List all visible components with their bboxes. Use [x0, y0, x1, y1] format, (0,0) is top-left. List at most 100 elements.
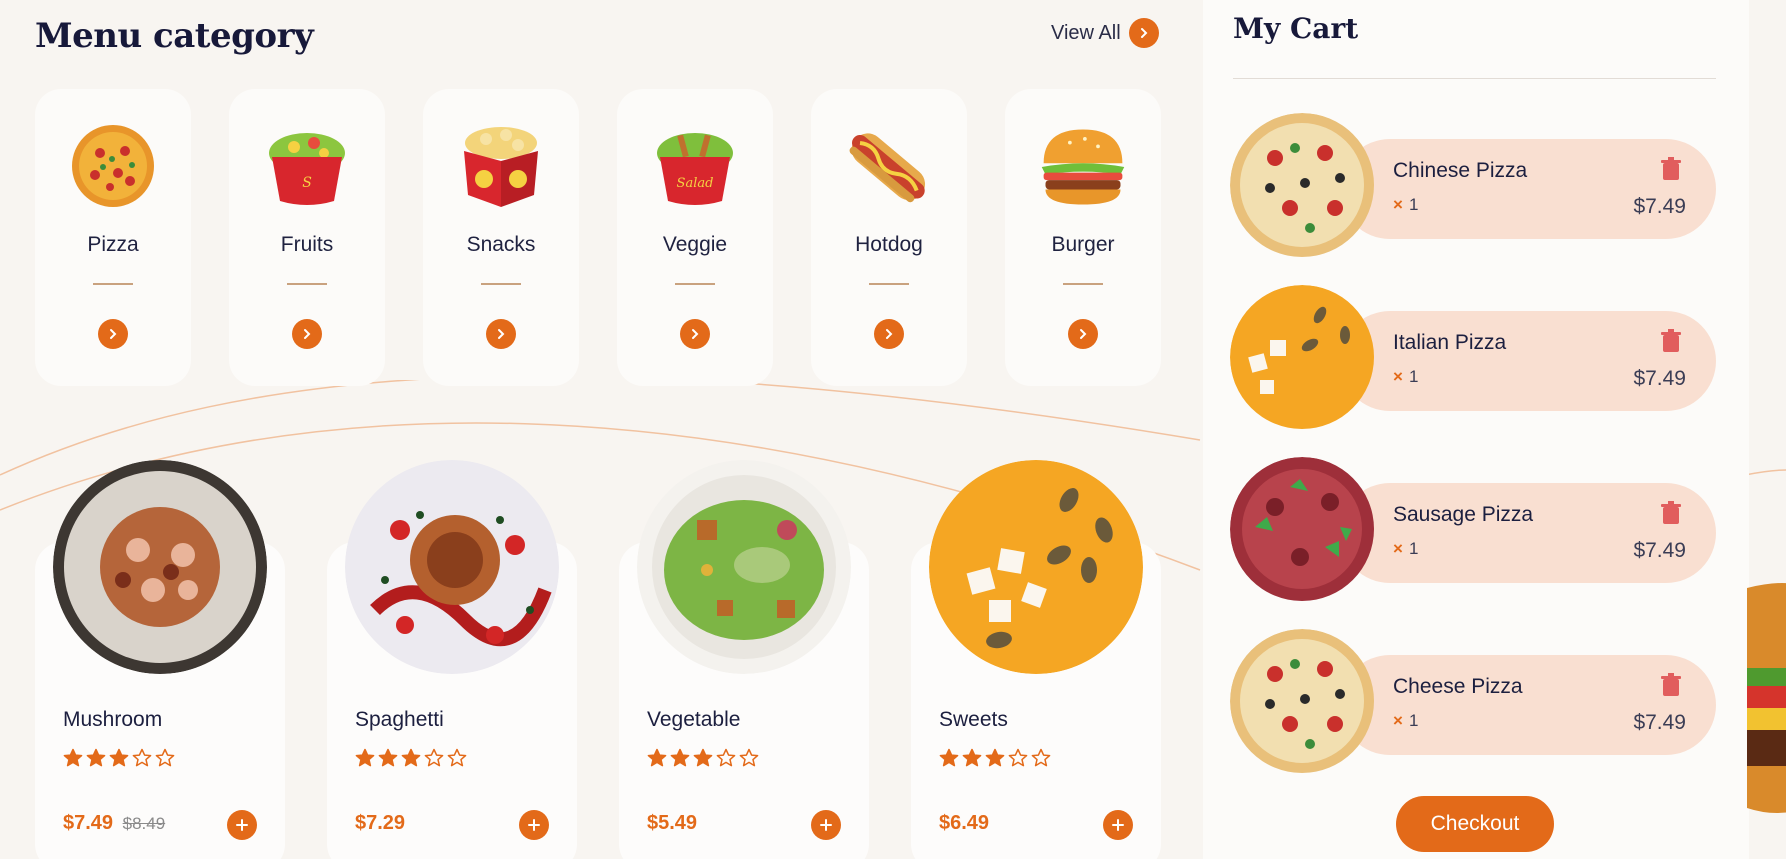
category-label: Snacks: [466, 233, 536, 256]
star-filled-icon: [109, 748, 129, 767]
category-label: Fruits: [280, 233, 334, 256]
cart-item-background: [1340, 139, 1716, 239]
times-icon: ×: [1393, 539, 1403, 558]
sausage-pizza-image: [1230, 457, 1375, 602]
cart-panel: My Cart Chinese Pizza × 1 $7.49 Italian …: [1203, 0, 1749, 859]
checkout-button[interactable]: Checkout: [1396, 796, 1554, 852]
chevron-right-icon[interactable]: [486, 319, 516, 349]
category-card-hotdog[interactable]: Hotdog: [811, 89, 967, 386]
cart-item-name: Sausage Pizza: [1393, 503, 1534, 526]
trash-icon[interactable]: [1660, 673, 1682, 697]
category-card-snacks[interactable]: Snacks: [423, 89, 579, 386]
times-icon: ×: [1393, 195, 1403, 214]
italian-pizza-image: [1230, 285, 1375, 430]
rating-stars: [355, 748, 467, 768]
trash-icon[interactable]: [1660, 501, 1682, 525]
cart-item-quantity: × 1: [1393, 539, 1418, 559]
food-name: Spaghetti: [355, 708, 444, 731]
food-name: Sweets: [939, 708, 1008, 731]
current-price: $5.49: [647, 812, 698, 834]
cart-item-price: $7.49: [1633, 367, 1686, 390]
divider: [93, 283, 133, 285]
star-filled-icon: [355, 748, 375, 767]
cart-item-quantity: × 1: [1393, 367, 1418, 387]
cart-item-price: $7.49: [1633, 195, 1686, 218]
chinese-pizza-image: [1230, 113, 1375, 258]
divider: [1233, 78, 1716, 79]
divider: [287, 283, 327, 285]
view-all-label: View All: [1051, 21, 1121, 44]
cart-item-background: [1340, 311, 1716, 411]
divider: [1063, 283, 1103, 285]
category-card-burger[interactable]: Burger: [1005, 89, 1161, 386]
vegetable-salad-image: [637, 460, 851, 674]
star-outline-icon: [739, 748, 759, 767]
star-filled-icon: [939, 748, 959, 767]
spaghetti-dish-image: [345, 460, 559, 674]
current-price: $7.49: [63, 812, 114, 834]
category-card-fruits[interactable]: S Fruits: [229, 89, 385, 386]
cart-item: Chinese Pizza × 1 $7.49: [1230, 113, 1716, 258]
star-filled-icon: [86, 748, 106, 767]
pizza-icon: [68, 121, 158, 211]
quantity-value: 1: [1408, 539, 1419, 558]
star-filled-icon: [670, 748, 690, 767]
fruit-bowl-icon: S: [262, 121, 352, 211]
category-label: Burger: [1051, 233, 1115, 256]
chevron-right-icon[interactable]: [874, 319, 904, 349]
chevron-right-icon[interactable]: [1068, 319, 1098, 349]
star-outline-icon: [155, 748, 175, 767]
quantity-value: 1: [1408, 195, 1419, 214]
food-name: Vegetable: [647, 708, 741, 731]
food-price: $7.29: [355, 812, 405, 835]
add-to-cart-button[interactable]: [1103, 810, 1133, 840]
star-outline-icon: [447, 748, 467, 767]
star-outline-icon: [132, 748, 152, 767]
view-all-link[interactable]: View All: [1051, 18, 1159, 48]
category-card-veggie[interactable]: Salad Veggie: [617, 89, 773, 386]
divider: [869, 283, 909, 285]
food-price: $5.49: [647, 812, 697, 835]
add-to-cart-button[interactable]: [519, 810, 549, 840]
cart-item-price: $7.49: [1633, 539, 1686, 562]
trash-icon[interactable]: [1660, 157, 1682, 181]
old-price: $8.49: [122, 814, 166, 833]
cart-item-price: $7.49: [1633, 711, 1686, 734]
category-list: Pizza S Fruits Snacks Salad Veggie Hotdo…: [35, 89, 1161, 386]
mushroom-dish-image: [53, 460, 267, 674]
cart-item: Sausage Pizza × 1 $7.49: [1230, 457, 1716, 602]
rating-stars: [63, 748, 175, 768]
star-filled-icon: [378, 748, 398, 767]
rating-stars: [939, 748, 1051, 768]
page: Menu category View All Pizza S Fruits Sn…: [0, 0, 1786, 859]
category-card-pizza[interactable]: Pizza: [35, 89, 191, 386]
cart-item-name: Cheese Pizza: [1393, 675, 1523, 698]
star-outline-icon: [716, 748, 736, 767]
hotdog-icon: [844, 121, 934, 211]
star-filled-icon: [962, 748, 982, 767]
star-outline-icon: [424, 748, 444, 767]
divider: [481, 283, 521, 285]
chevron-right-icon[interactable]: [98, 319, 128, 349]
food-price: $6.49: [939, 812, 989, 835]
cart-item-background: [1340, 655, 1716, 755]
chevron-right-icon[interactable]: [292, 319, 322, 349]
cart-item-background: [1340, 483, 1716, 583]
chevron-right-icon[interactable]: [680, 319, 710, 349]
salad-bowl-icon: Salad: [650, 121, 740, 211]
trash-icon[interactable]: [1660, 329, 1682, 353]
add-to-cart-button[interactable]: [227, 810, 257, 840]
cart-item-name: Chinese Pizza: [1393, 159, 1528, 182]
food-price: $7.49 $8.49: [63, 812, 165, 835]
cart-item: Italian Pizza × 1 $7.49: [1230, 285, 1716, 430]
snacks-box-icon: [456, 121, 546, 211]
star-filled-icon: [693, 748, 713, 767]
cart-title: My Cart: [1233, 12, 1359, 45]
burger-image: [1747, 583, 1786, 813]
rating-stars: [647, 748, 759, 768]
svg-text:S: S: [302, 175, 312, 191]
add-to-cart-button[interactable]: [811, 810, 841, 840]
star-outline-icon: [1008, 748, 1028, 767]
cart-item-quantity: × 1: [1393, 711, 1418, 731]
quantity-value: 1: [1408, 367, 1419, 386]
